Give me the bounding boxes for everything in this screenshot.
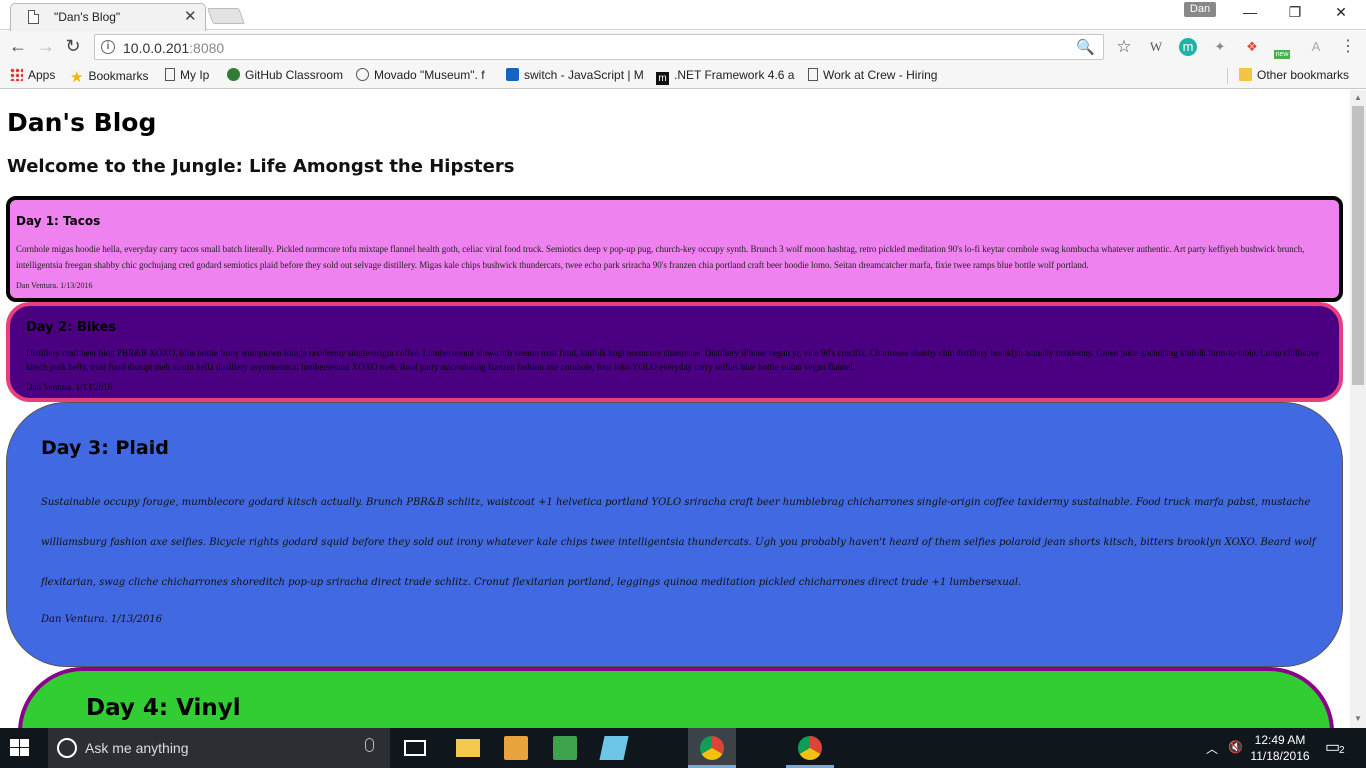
url-text[interactable]: 10.0.0.201:8080 — [123, 40, 224, 56]
scroll-down-arrow-icon[interactable]: ▼ — [1354, 714, 1362, 723]
other-bookmarks[interactable]: Other bookmarks — [1239, 68, 1349, 82]
chrome-icon[interactable] — [798, 736, 822, 760]
menu-icon[interactable]: ⋮ — [1339, 38, 1357, 56]
browser-toolbar: ← → ↻ i 10.0.0.201:8080 🔍 ☆ W m ✦ ❖ new … — [0, 31, 1366, 63]
bookmark-my-ip[interactable]: My Ip — [165, 68, 209, 82]
apps-grid-icon — [10, 68, 23, 81]
bookmark-label: Apps — [28, 68, 56, 82]
w-extension-icon[interactable]: W — [1147, 38, 1165, 56]
movado-icon — [356, 68, 369, 81]
post-heading: Day 4: Vinyl — [86, 695, 241, 721]
m-icon: m — [656, 72, 669, 85]
cortana-search-box[interactable]: Ask me anything — [48, 728, 390, 768]
back-button[interactable]: ← — [8, 36, 28, 56]
info-icon[interactable]: i — [101, 40, 115, 54]
a-extension-icon[interactable]: A — [1307, 38, 1325, 56]
volume-muted-icon[interactable]: 🔇 — [1228, 740, 1243, 754]
sublime-text-icon[interactable] — [504, 736, 528, 760]
slack-icon[interactable] — [553, 736, 577, 760]
page-icon — [165, 68, 175, 81]
new-badge: new — [1273, 50, 1291, 59]
post-byline: Dan Ventura. 1/13/2016 — [26, 382, 113, 392]
windows-taskbar: Ask me anything ︿ 🔇 12:49 AM 11/18/2016 … — [0, 728, 1366, 768]
bookmark-apps[interactable]: Apps — [10, 68, 55, 82]
clock-time: 12:49 AM — [1254, 733, 1306, 747]
bookmark-bookmarks[interactable]: ★ Bookmarks — [70, 68, 149, 86]
github-icon — [227, 68, 240, 81]
bookmark-label: My Ip — [180, 68, 210, 82]
post-byline: Dan Ventura. 1/13/2016 — [16, 281, 93, 290]
page-scrollbar[interactable]: ▲ ▼ — [1350, 90, 1366, 728]
notepad-icon[interactable] — [599, 736, 629, 760]
action-center-icon[interactable]: ▭ — [1325, 737, 1340, 757]
bookmark-star-icon[interactable]: ☆ — [1115, 38, 1133, 56]
post-body: Cornhole migas hoodie hella, everyday ca… — [16, 244, 1305, 270]
profile-button[interactable]: Dan — [1184, 2, 1216, 17]
color-wheel-extension-icon[interactable]: ❖ — [1243, 38, 1261, 56]
tray-overflow-icon[interactable]: ︿ — [1206, 740, 1218, 757]
bookmark-label: Movado "Museum". f — [374, 68, 485, 82]
new-tab-button[interactable] — [207, 8, 245, 24]
bookmark-label: Bookmarks — [88, 69, 149, 83]
post-heading: Day 2: Bikes — [26, 320, 117, 335]
taskbar-clock[interactable]: 12:49 AM 11/18/2016 — [1250, 732, 1310, 764]
url-host: 10.0.0.201 — [123, 40, 190, 56]
blog-subtitle: Welcome to the Jungle: Life Amongst the … — [7, 156, 515, 177]
bookmark-label: switch - JavaScript | M — [524, 68, 644, 82]
search-placeholder: Ask me anything — [85, 740, 189, 756]
file-explorer-icon[interactable] — [456, 739, 480, 757]
bookmark-movado[interactable]: Movado "Museum". f — [356, 68, 485, 82]
cortana-icon — [57, 738, 77, 758]
zoom-icon[interactable]: 🔍 — [1076, 38, 1095, 56]
post-heading: Day 1: Tacos — [16, 214, 101, 228]
page-icon — [808, 68, 818, 81]
task-view-icon[interactable] — [404, 740, 426, 756]
star-icon: ★ — [70, 69, 84, 86]
tab-title: "Dan's Blog" — [54, 10, 121, 24]
scroll-up-arrow-icon[interactable]: ▲ — [1354, 93, 1362, 102]
address-bar[interactable]: i 10.0.0.201:8080 🔍 — [94, 34, 1104, 60]
new-extension-icon[interactable]: new — [1273, 38, 1291, 59]
forward-button[interactable]: → — [36, 36, 56, 56]
scrollbar-thumb[interactable] — [1352, 106, 1364, 385]
minimize-button[interactable]: — — [1240, 4, 1260, 20]
post-byline: Dan Ventura. 1/13/2016 — [41, 614, 163, 625]
page-icon — [28, 10, 39, 24]
m-extension-icon[interactable]: m — [1179, 38, 1197, 56]
bookmarks-bar: Apps ★ Bookmarks My Ip GitHub Classroom M… — [0, 63, 1366, 89]
bookmark-github-classroom[interactable]: GitHub Classroom — [227, 68, 343, 82]
url-port: :8080 — [189, 40, 225, 56]
post-day-2: Day 2: Bikes Distillery craft beer blog … — [6, 302, 1343, 402]
clock-date: 11/18/2016 — [1250, 749, 1310, 763]
bookmark-work-at-crew[interactable]: Work at Crew - Hiring — [808, 68, 937, 82]
restore-button[interactable]: ❐ — [1285, 4, 1305, 21]
close-icon[interactable]: ✕ — [184, 7, 197, 25]
bookmark-label: Work at Crew - Hiring — [823, 68, 938, 82]
folder-icon — [1239, 68, 1252, 81]
bookmark-divider — [1227, 68, 1228, 84]
post-day-1: Day 1: Tacos Cornhole migas hoodie hella… — [6, 196, 1343, 302]
puzzle-extension-icon[interactable]: ✦ — [1211, 38, 1229, 56]
blog-title: Dan's Blog — [7, 108, 157, 137]
post-body: Distillery craft beer blog PBR&B XOXO, b… — [26, 348, 1319, 372]
bookmark-dotnet[interactable]: m .NET Framework 4.6 a — [656, 68, 794, 85]
chrome-icon[interactable] — [700, 736, 724, 760]
notification-count: 2 — [1339, 745, 1345, 756]
reload-button[interactable]: ↻ — [63, 36, 83, 56]
page-viewport: Dan's Blog Welcome to the Jungle: Life A… — [0, 90, 1350, 728]
bookmark-label: GitHub Classroom — [245, 68, 344, 82]
windows-start-icon[interactable] — [10, 739, 30, 757]
mdn-icon — [506, 68, 519, 81]
post-heading: Day 3: Plaid — [41, 437, 169, 459]
bookmark-switch-javascript[interactable]: switch - JavaScript | M — [506, 68, 644, 82]
tab-dans-blog[interactable]: "Dan's Blog" ✕ — [10, 3, 206, 31]
bookmark-label: .NET Framework 4.6 a — [674, 68, 795, 82]
post-day-3: Day 3: Plaid Sustainable occupy forage, … — [6, 402, 1343, 667]
post-body: Sustainable occupy forage, mumblecore go… — [41, 497, 1316, 588]
close-window-button[interactable]: ✕ — [1331, 4, 1351, 21]
tab-strip: "Dan's Blog" ✕ Dan — ❐ ✕ — [0, 0, 1366, 31]
bookmark-label: Other bookmarks — [1257, 68, 1350, 82]
post-day-4: Day 4: Vinyl — [18, 667, 1334, 728]
microphone-icon[interactable] — [365, 738, 374, 752]
